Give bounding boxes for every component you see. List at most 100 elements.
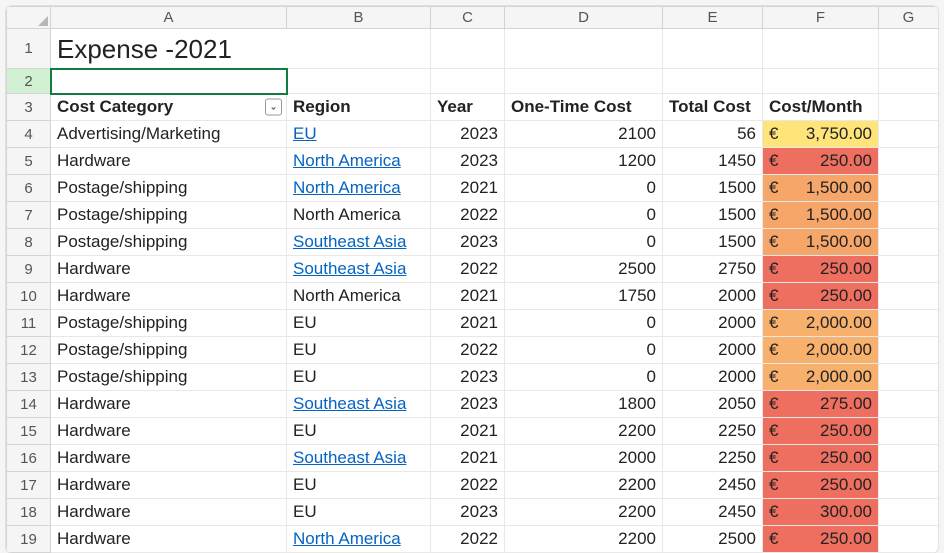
- cost-category-header[interactable]: Cost Category ⌄: [51, 94, 287, 121]
- one-time-cost-cell[interactable]: 2100: [505, 121, 663, 148]
- cost-month-cell[interactable]: €250.00: [763, 256, 879, 283]
- region-cell[interactable]: North America: [287, 175, 431, 202]
- cost-month-cell[interactable]: €2,000.00: [763, 364, 879, 391]
- cost-month-cell[interactable]: €2,000.00: [763, 337, 879, 364]
- year-cell[interactable]: 2022: [431, 337, 505, 364]
- cost-month-cell[interactable]: €250.00: [763, 472, 879, 499]
- empty-cell[interactable]: [879, 445, 939, 472]
- empty-cell[interactable]: [879, 229, 939, 256]
- region-cell[interactable]: North America: [287, 148, 431, 175]
- col-header-F[interactable]: F: [763, 7, 879, 29]
- one-time-cost-cell[interactable]: 2200: [505, 418, 663, 445]
- empty-cell[interactable]: [879, 310, 939, 337]
- cost-month-cell[interactable]: €250.00: [763, 283, 879, 310]
- col-header-E[interactable]: E: [663, 7, 763, 29]
- col-header-D[interactable]: D: [505, 7, 663, 29]
- region-cell[interactable]: EU: [287, 472, 431, 499]
- one-time-cost-cell[interactable]: 0: [505, 337, 663, 364]
- year-cell[interactable]: 2022: [431, 256, 505, 283]
- cost-month-cell[interactable]: €1,500.00: [763, 202, 879, 229]
- cost-month-cell[interactable]: €1,500.00: [763, 229, 879, 256]
- col-header-C[interactable]: C: [431, 7, 505, 29]
- row-header-7[interactable]: 7: [7, 202, 51, 229]
- region-link[interactable]: North America: [293, 529, 401, 548]
- one-time-cost-cell[interactable]: 1800: [505, 391, 663, 418]
- region-link[interactable]: North America: [293, 151, 401, 170]
- empty-cell[interactable]: [879, 148, 939, 175]
- cost-month-cell[interactable]: €2,000.00: [763, 310, 879, 337]
- cost-month-cell[interactable]: €250.00: [763, 418, 879, 445]
- region-cell[interactable]: EU: [287, 499, 431, 526]
- region-cell[interactable]: EU: [287, 337, 431, 364]
- empty-cell[interactable]: [879, 364, 939, 391]
- one-time-cost-cell[interactable]: 0: [505, 364, 663, 391]
- one-time-cost-header[interactable]: One-Time Cost: [505, 94, 663, 121]
- sheet-title[interactable]: Expense -2021: [51, 29, 431, 69]
- year-cell[interactable]: 2022: [431, 202, 505, 229]
- total-cost-cell[interactable]: 2000: [663, 337, 763, 364]
- year-cell[interactable]: 2021: [431, 283, 505, 310]
- year-cell[interactable]: 2023: [431, 499, 505, 526]
- row-header-13[interactable]: 13: [7, 364, 51, 391]
- region-header[interactable]: Region: [287, 94, 431, 121]
- total-cost-header[interactable]: Total Cost: [663, 94, 763, 121]
- year-cell[interactable]: 2023: [431, 391, 505, 418]
- one-time-cost-cell[interactable]: 2200: [505, 472, 663, 499]
- cost-month-cell[interactable]: €275.00: [763, 391, 879, 418]
- empty-cell[interactable]: [879, 499, 939, 526]
- region-cell[interactable]: EU: [287, 364, 431, 391]
- total-cost-cell[interactable]: 1500: [663, 202, 763, 229]
- total-cost-cell[interactable]: 56: [663, 121, 763, 148]
- filter-dropdown-icon[interactable]: ⌄: [265, 99, 282, 116]
- col-header-A[interactable]: A: [51, 7, 287, 29]
- cost-category-cell[interactable]: Hardware: [51, 499, 287, 526]
- total-cost-cell[interactable]: 2750: [663, 256, 763, 283]
- region-link[interactable]: EU: [293, 124, 317, 143]
- empty-cell[interactable]: [879, 256, 939, 283]
- select-all-corner[interactable]: [7, 7, 51, 29]
- one-time-cost-cell[interactable]: 0: [505, 229, 663, 256]
- cost-category-cell[interactable]: Postage/shipping: [51, 310, 287, 337]
- one-time-cost-cell[interactable]: 1750: [505, 283, 663, 310]
- region-cell[interactable]: Southeast Asia: [287, 229, 431, 256]
- row-header-18[interactable]: 18: [7, 499, 51, 526]
- row-header-8[interactable]: 8: [7, 229, 51, 256]
- row-header-11[interactable]: 11: [7, 310, 51, 337]
- region-link[interactable]: Southeast Asia: [293, 232, 406, 251]
- total-cost-cell[interactable]: 1500: [663, 229, 763, 256]
- grid[interactable]: A B C D E F G 1 Expense -2021 2 3 Cost C…: [6, 6, 938, 553]
- row-header-6[interactable]: 6: [7, 175, 51, 202]
- total-cost-cell[interactable]: 2250: [663, 418, 763, 445]
- cost-category-cell[interactable]: Postage/shipping: [51, 175, 287, 202]
- row-header-16[interactable]: 16: [7, 445, 51, 472]
- year-cell[interactable]: 2021: [431, 445, 505, 472]
- region-cell[interactable]: Southeast Asia: [287, 445, 431, 472]
- total-cost-cell[interactable]: 2450: [663, 499, 763, 526]
- total-cost-cell[interactable]: 2050: [663, 391, 763, 418]
- total-cost-cell[interactable]: 2000: [663, 283, 763, 310]
- region-link[interactable]: Southeast Asia: [293, 259, 406, 278]
- row-header-1[interactable]: 1: [7, 29, 51, 69]
- cost-month-cell[interactable]: €250.00: [763, 148, 879, 175]
- cost-category-cell[interactable]: Hardware: [51, 256, 287, 283]
- spreadsheet[interactable]: A B C D E F G 1 Expense -2021 2 3 Cost C…: [6, 6, 938, 553]
- cost-category-cell[interactable]: Hardware: [51, 418, 287, 445]
- year-cell[interactable]: 2022: [431, 472, 505, 499]
- total-cost-cell[interactable]: 2250: [663, 445, 763, 472]
- one-time-cost-cell[interactable]: 2500: [505, 256, 663, 283]
- one-time-cost-cell[interactable]: 2000: [505, 445, 663, 472]
- cost-category-cell[interactable]: Postage/shipping: [51, 229, 287, 256]
- cost-month-cell[interactable]: €1,500.00: [763, 175, 879, 202]
- region-cell[interactable]: North America: [287, 202, 431, 229]
- col-header-B[interactable]: B: [287, 7, 431, 29]
- total-cost-cell[interactable]: 1450: [663, 148, 763, 175]
- cost-category-cell[interactable]: Postage/shipping: [51, 364, 287, 391]
- cost-category-cell[interactable]: Hardware: [51, 391, 287, 418]
- row-header-14[interactable]: 14: [7, 391, 51, 418]
- empty-cell[interactable]: [879, 418, 939, 445]
- empty-cell[interactable]: [879, 202, 939, 229]
- active-cell[interactable]: [51, 69, 287, 94]
- cost-category-cell[interactable]: Postage/shipping: [51, 202, 287, 229]
- one-time-cost-cell[interactable]: 0: [505, 202, 663, 229]
- year-cell[interactable]: 2021: [431, 418, 505, 445]
